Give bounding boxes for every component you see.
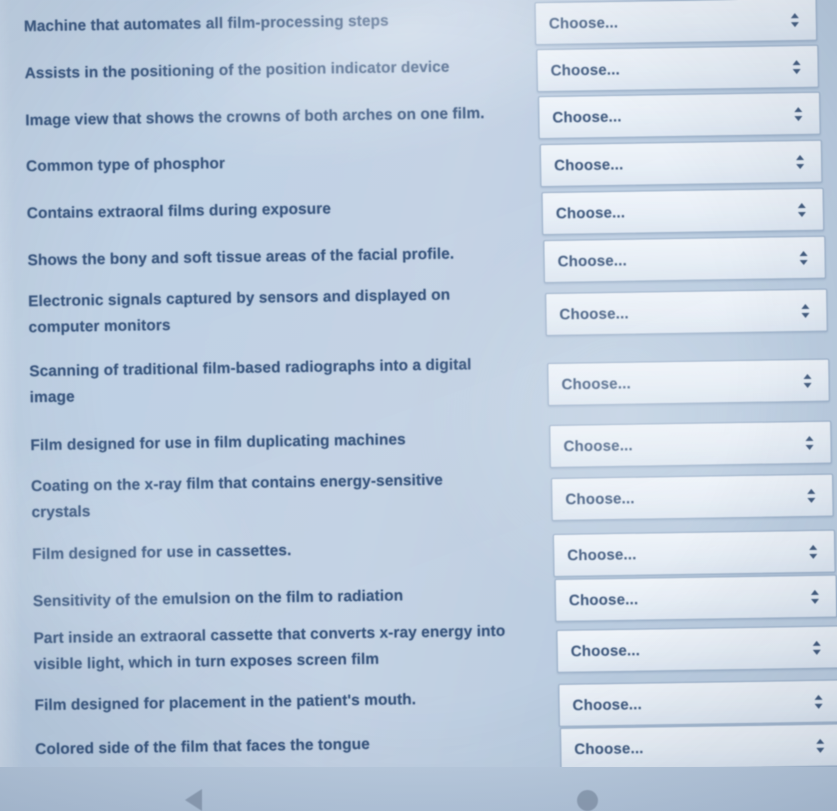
chevron-updown-icon xyxy=(799,249,808,265)
chevron-updown-icon xyxy=(812,639,822,655)
chevron-updown-icon xyxy=(797,201,807,217)
select-value: Choose... xyxy=(563,436,633,455)
answer-select[interactable]: Choose... xyxy=(541,187,825,236)
select-value: Choose... xyxy=(574,739,644,758)
select-box[interactable]: Choose... xyxy=(545,288,828,337)
select-value: Choose... xyxy=(572,695,643,714)
answer-select[interactable]: Choose... xyxy=(534,0,818,46)
select-box[interactable]: Choose... xyxy=(558,679,837,727)
select-value: Choose... xyxy=(557,251,628,270)
prompt-text: Shows the bony and soft tissue areas of … xyxy=(27,245,455,270)
chevron-updown-icon xyxy=(803,372,812,388)
answer-select[interactable]: Choose... xyxy=(547,358,830,407)
chevron-updown-icon xyxy=(794,106,803,122)
select-box[interactable]: Choose... xyxy=(549,420,832,469)
answer-select[interactable]: Choose... xyxy=(545,288,828,337)
select-value: Choose... xyxy=(567,545,637,564)
chevron-updown-icon xyxy=(805,434,814,450)
matching-row: Film designed for use in film duplicatin… xyxy=(0,410,837,469)
chevron-updown-icon xyxy=(801,302,810,318)
prompt-text: Machine that automates all film-processi… xyxy=(23,12,389,36)
photo-of-phone-screen: Machine that automates all film-processi… xyxy=(0,0,837,811)
select-value: Choose... xyxy=(548,13,619,32)
chevron-updown-icon xyxy=(807,487,816,503)
select-box[interactable]: Choose... xyxy=(536,44,819,93)
select-box[interactable]: Choose... xyxy=(559,723,837,771)
prompt-text: Film designed for use in cassettes. xyxy=(32,542,292,564)
select-box[interactable]: Choose... xyxy=(538,91,821,140)
matching-row: Machine that automates all film-processi… xyxy=(0,0,837,46)
select-value: Choose... xyxy=(553,155,624,174)
answer-select[interactable]: Choose... xyxy=(558,679,837,727)
select-box[interactable]: Choose... xyxy=(541,187,825,236)
prompt-text: Part inside an extraoral cassette that c… xyxy=(33,622,506,674)
android-navigation-bar xyxy=(0,767,837,811)
screen-left-edge xyxy=(0,0,25,811)
prompt-text: Image view that shows the crowns of both… xyxy=(25,105,485,130)
select-box[interactable]: Choose... xyxy=(552,529,836,577)
select-value: Choose... xyxy=(561,374,632,393)
select-value: Choose... xyxy=(568,590,639,609)
chevron-updown-icon xyxy=(809,543,818,559)
screen-glare-lower-left xyxy=(0,420,269,726)
answer-select[interactable]: Choose... xyxy=(549,420,832,469)
select-box[interactable]: Choose... xyxy=(547,358,830,407)
prompt-text: Electronic signals captured by sensors a… xyxy=(28,286,451,337)
select-value: Choose... xyxy=(570,641,641,660)
answer-select[interactable]: Choose... xyxy=(551,473,834,522)
prompt-text: Sensitivity of the emulsion on the film … xyxy=(32,587,404,611)
answer-select[interactable]: Choose... xyxy=(556,625,837,673)
answer-select[interactable]: Choose... xyxy=(554,574,837,622)
select-value: Choose... xyxy=(565,489,635,508)
select-box[interactable]: Choose... xyxy=(543,235,826,284)
select-value: Choose... xyxy=(552,107,622,126)
answer-select[interactable]: Choose... xyxy=(538,91,821,140)
select-box[interactable]: Choose... xyxy=(554,574,837,622)
chevron-updown-icon xyxy=(816,737,825,753)
prompt-text: Film designed for use in film duplicatin… xyxy=(30,431,406,455)
chevron-updown-icon xyxy=(810,588,820,604)
answer-select[interactable]: Choose... xyxy=(543,235,826,284)
chevron-updown-icon xyxy=(790,12,800,28)
prompt-text: Colored side of the film that faces the … xyxy=(35,735,371,759)
quiz-screen: Machine that automates all film-processi… xyxy=(0,0,837,811)
home-circle-icon[interactable] xyxy=(577,790,598,811)
select-box[interactable]: Choose... xyxy=(539,139,823,188)
select-box[interactable]: Choose... xyxy=(551,473,834,522)
prompt-text: Contains extraoral films during exposure xyxy=(26,200,332,223)
prompt-text: Common type of phosphor xyxy=(25,155,226,176)
chevron-updown-icon xyxy=(792,59,801,75)
prompt-text: Film designed for placement in the patie… xyxy=(34,691,417,715)
prompt-text: Coating on the x-ray film that contains … xyxy=(30,471,444,522)
select-box[interactable]: Choose... xyxy=(534,0,818,46)
answer-select[interactable]: Choose... xyxy=(536,44,819,93)
prompt-text: Assists in the positioning of the positi… xyxy=(24,58,450,83)
select-value: Choose... xyxy=(555,203,626,222)
select-box[interactable]: Choose... xyxy=(556,625,837,673)
chevron-updown-icon xyxy=(814,693,823,709)
answer-select[interactable]: Choose... xyxy=(552,529,836,577)
answer-select[interactable]: Choose... xyxy=(559,723,837,771)
answer-select[interactable]: Choose... xyxy=(539,139,823,188)
back-triangle-icon[interactable] xyxy=(185,789,202,811)
prompt-text: Scanning of traditional film-based radio… xyxy=(29,356,472,407)
select-value: Choose... xyxy=(550,60,621,79)
select-value: Choose... xyxy=(559,304,629,323)
chevron-updown-icon xyxy=(795,153,805,169)
matching-row: Scanning of traditional film-based radio… xyxy=(0,340,837,406)
